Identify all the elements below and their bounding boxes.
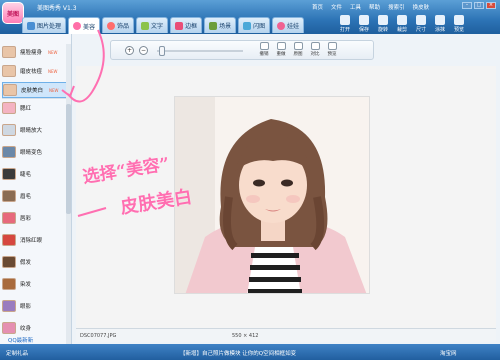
custom-gift-link[interactable]: 定制礼品 xyxy=(6,349,28,357)
app-window: 美图 美图秀秀 V1.3 首页 文件 工具 帮助 搜索引 换皮肤 – □ × 图… xyxy=(0,0,500,360)
status-bar: DSC07077.JPG 550 × 412 xyxy=(76,328,496,342)
annotation-arrow xyxy=(67,29,105,103)
news-ticker[interactable]: 【新增】自己照片做模块 让你的Q空间相框如变 xyxy=(180,349,296,357)
filename-label: DSC07077.JPG xyxy=(80,333,117,339)
annotation-arrowhead xyxy=(61,85,75,98)
annotation-overlay xyxy=(61,29,107,217)
taobao-link[interactable]: 淘宝网 xyxy=(440,349,457,357)
annotation-dash xyxy=(77,207,107,217)
bottom-bar: 定制礼品 【新增】自己照片做模块 让你的Q空间相框如变 淘宝网 xyxy=(0,344,500,360)
image-size-label: 550 × 412 xyxy=(232,333,259,339)
